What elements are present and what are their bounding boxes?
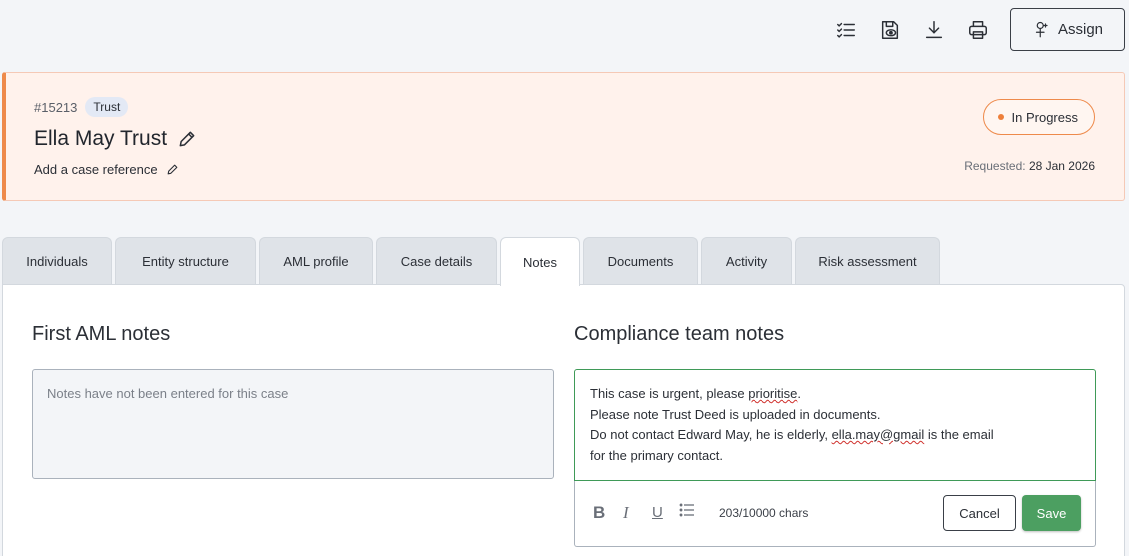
assign-label: Assign — [1057, 21, 1104, 38]
case-id-row: #15213 Trust — [34, 97, 129, 117]
compliance-notes-title: Compliance team notes — [574, 323, 785, 345]
note-line: This case is urgent, please prioritise. — [590, 386, 801, 401]
cancel-button[interactable]: Cancel — [943, 495, 1016, 531]
char-count: 203/10000 chars — [719, 506, 809, 520]
case-title: Ella May Trust — [34, 127, 168, 150]
print-icon[interactable] — [956, 8, 1000, 51]
requested-value: 28 Jan 2026 — [1028, 159, 1095, 173]
note-line: for the primary contact. — [590, 447, 723, 463]
tab-individuals[interactable]: Individuals — [2, 237, 112, 285]
preview-icon[interactable] — [868, 8, 912, 51]
tab-entity-structure[interactable]: Entity structure — [115, 237, 256, 285]
case-reference-prompt: Add a case reference — [34, 162, 158, 177]
bullet-list-icon[interactable] — [679, 502, 695, 523]
editor-toolbar: B I U 203/10000 chars Cancel Save — [574, 481, 1096, 547]
tab-activity[interactable]: Activity — [701, 237, 792, 285]
tab-bar: Individuals Entity structure AML profile… — [2, 237, 943, 286]
tab-notes[interactable]: Notes — [500, 237, 580, 286]
italic-icon[interactable]: I — [623, 503, 629, 523]
notes-panel: First AML notes Notes have not been ente… — [2, 284, 1125, 556]
bold-icon[interactable]: B — [593, 503, 605, 523]
requested-date: Requested: 28 Jan 2026 — [964, 159, 1095, 173]
assign-button[interactable]: Assign — [1010, 8, 1125, 51]
note-line: Do not contact Edward May, he is elderly… — [590, 427, 994, 442]
tab-case-details[interactable]: Case details — [376, 237, 497, 285]
compliance-notes-textarea[interactable]: This case is urgent, please prioritise. … — [574, 369, 1096, 481]
toolbar: Assign — [824, 8, 1125, 51]
case-type-badge: Trust — [85, 97, 129, 117]
status-label: In Progress — [1011, 109, 1078, 125]
case-reference-link[interactable]: Add a case reference — [34, 162, 179, 177]
tab-risk-assessment[interactable]: Risk assessment — [795, 237, 940, 285]
status-dot-icon — [997, 114, 1004, 120]
spellcheck-word: ella.may@gmail — [831, 427, 925, 442]
download-icon[interactable] — [912, 8, 956, 51]
underline-icon[interactable]: U — [652, 503, 663, 523]
person-add-icon — [1035, 21, 1048, 37]
status-badge: In Progress — [982, 99, 1095, 135]
edit-reference-icon — [167, 164, 177, 175]
save-button[interactable]: Save — [1022, 495, 1081, 531]
spellcheck-word: prioritise — [748, 386, 798, 401]
first-aml-notes-box: Notes have not been entered for this cas… — [32, 369, 554, 479]
note-line: Please note Trust Deed is uploaded in do… — [590, 406, 881, 422]
checklist-icon[interactable] — [824, 8, 868, 51]
tab-documents[interactable]: Documents — [583, 237, 698, 285]
case-header: #15213 Trust Ella May Trust Add a case r… — [2, 72, 1125, 201]
edit-title-icon[interactable] — [177, 129, 197, 149]
case-title-row: Ella May Trust — [34, 127, 197, 151]
first-aml-notes-title: First AML notes — [32, 323, 171, 345]
requested-label: Requested: — [964, 159, 1026, 173]
tab-aml-profile[interactable]: AML profile — [259, 237, 373, 285]
case-id: #15213 — [34, 99, 78, 115]
